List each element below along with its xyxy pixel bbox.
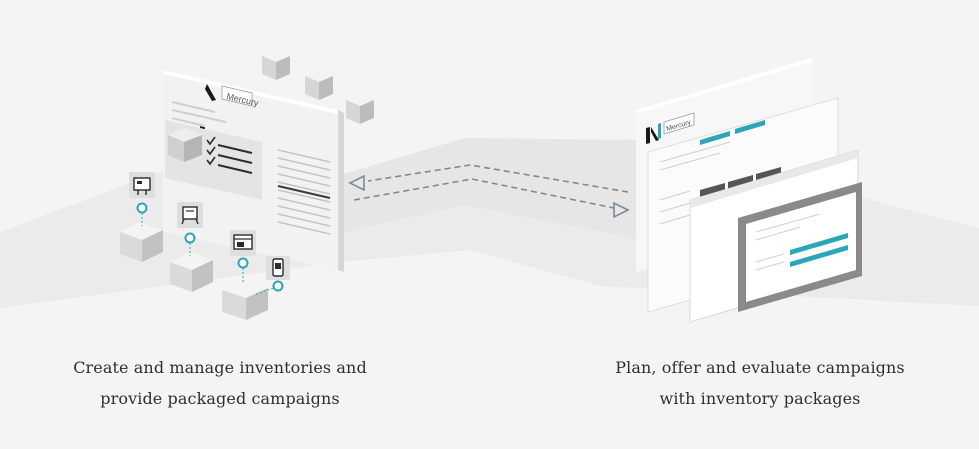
left-caption: Create and manage inventories and provid… xyxy=(10,352,430,414)
left-caption-line2: provide packaged campaigns xyxy=(100,389,340,408)
right-caption-line1: Plan, offer and evaluate campaigns xyxy=(615,358,905,377)
web-ad-icon xyxy=(230,230,256,256)
mobile-ad-icon xyxy=(266,256,290,280)
right-caption-line2: with inventory packages xyxy=(659,389,861,408)
billboard-icon xyxy=(129,172,155,198)
transit-stop-icon xyxy=(177,202,203,228)
left-caption-line1: Create and manage inventories and xyxy=(73,358,367,377)
campaign-screens: Mercury xyxy=(636,58,862,323)
package-cube xyxy=(168,128,202,162)
right-caption: Plan, offer and evaluate campaigns with … xyxy=(550,352,970,414)
diagram-canvas: Mercury Mercury Create and manage invent… xyxy=(0,0,979,449)
package-mobile xyxy=(266,256,290,292)
